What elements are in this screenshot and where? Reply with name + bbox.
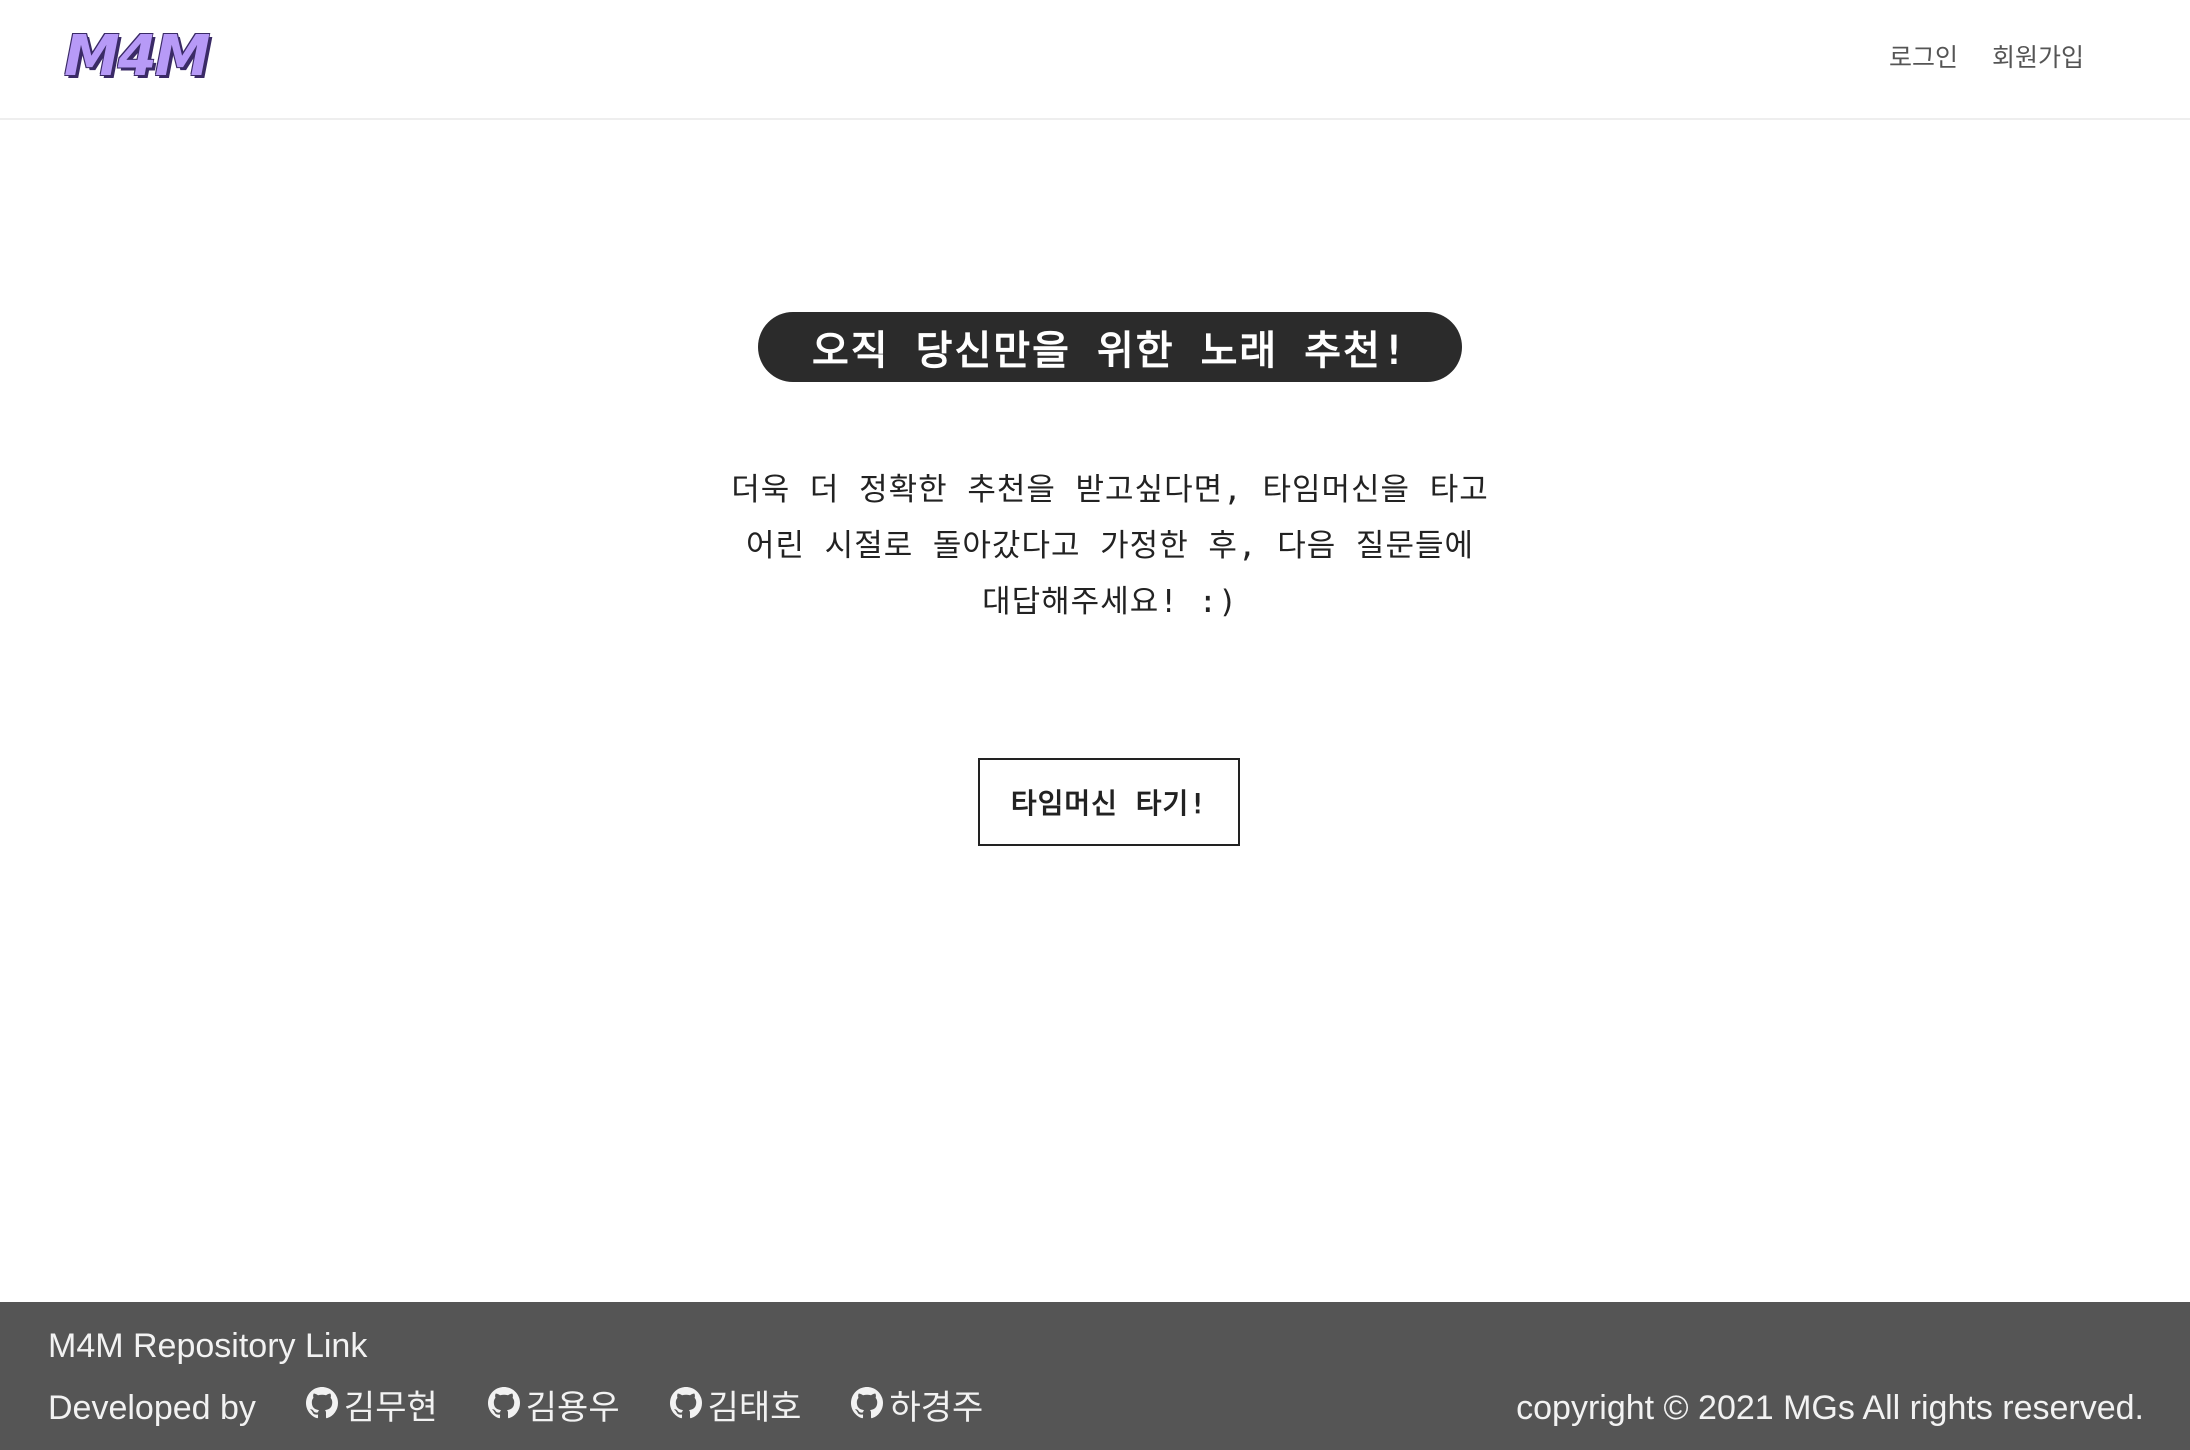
signup-link[interactable]: 회원가입 (1992, 40, 2084, 76)
developer-link[interactable]: 하경주 (851, 1386, 983, 1430)
github-icon (669, 1386, 708, 1430)
description-line: 대답해주세요! :) (982, 584, 1238, 620)
site-header: M4M 로그인 회원가입 (0, 0, 2190, 120)
developer-name: 김태호 (707, 1389, 802, 1427)
developer-link[interactable]: 김태호 (669, 1386, 802, 1430)
logo[interactable]: M4M (64, 22, 210, 92)
developer-name: 하경주 (889, 1389, 984, 1427)
repository-link[interactable]: M4M Repository Link (48, 1324, 367, 1368)
developers-row: Developed by 김무현 김용우 김태호 하경주 (48, 1386, 1033, 1430)
developed-by-label: Developed by (48, 1389, 256, 1427)
github-icon (305, 1386, 344, 1430)
github-icon (487, 1386, 526, 1430)
developer-link[interactable]: 김무현 (305, 1386, 438, 1430)
description-line: 어린 시절로 돌아갔다고 가정한 후, 다음 질문들에 (745, 528, 1475, 564)
headline-banner: 오직 당신만을 위한 노래 추천! (758, 312, 1462, 382)
github-icon (851, 1386, 889, 1430)
developer-name: 김용우 (525, 1389, 620, 1427)
developer-name: 김무현 (343, 1389, 438, 1427)
developer-link[interactable]: 김용우 (487, 1386, 620, 1430)
copyright-text: copyright © 2021 MGs All rights reserved… (1516, 1389, 2144, 1427)
time-machine-button[interactable]: 타임머신 타기! (978, 758, 1240, 846)
top-nav: 로그인 회원가입 (1889, 40, 2084, 76)
description-text: 더욱 더 정확한 추천을 받고싶다면, 타임머신을 타고 어린 시절로 돌아갔다… (640, 462, 1580, 630)
description-line: 더욱 더 정확한 추천을 받고싶다면, 타임머신을 타고 (731, 472, 1489, 508)
login-link[interactable]: 로그인 (1889, 40, 1958, 76)
site-footer: M4M Repository Link Developed by 김무현 김용우… (0, 1302, 2190, 1450)
